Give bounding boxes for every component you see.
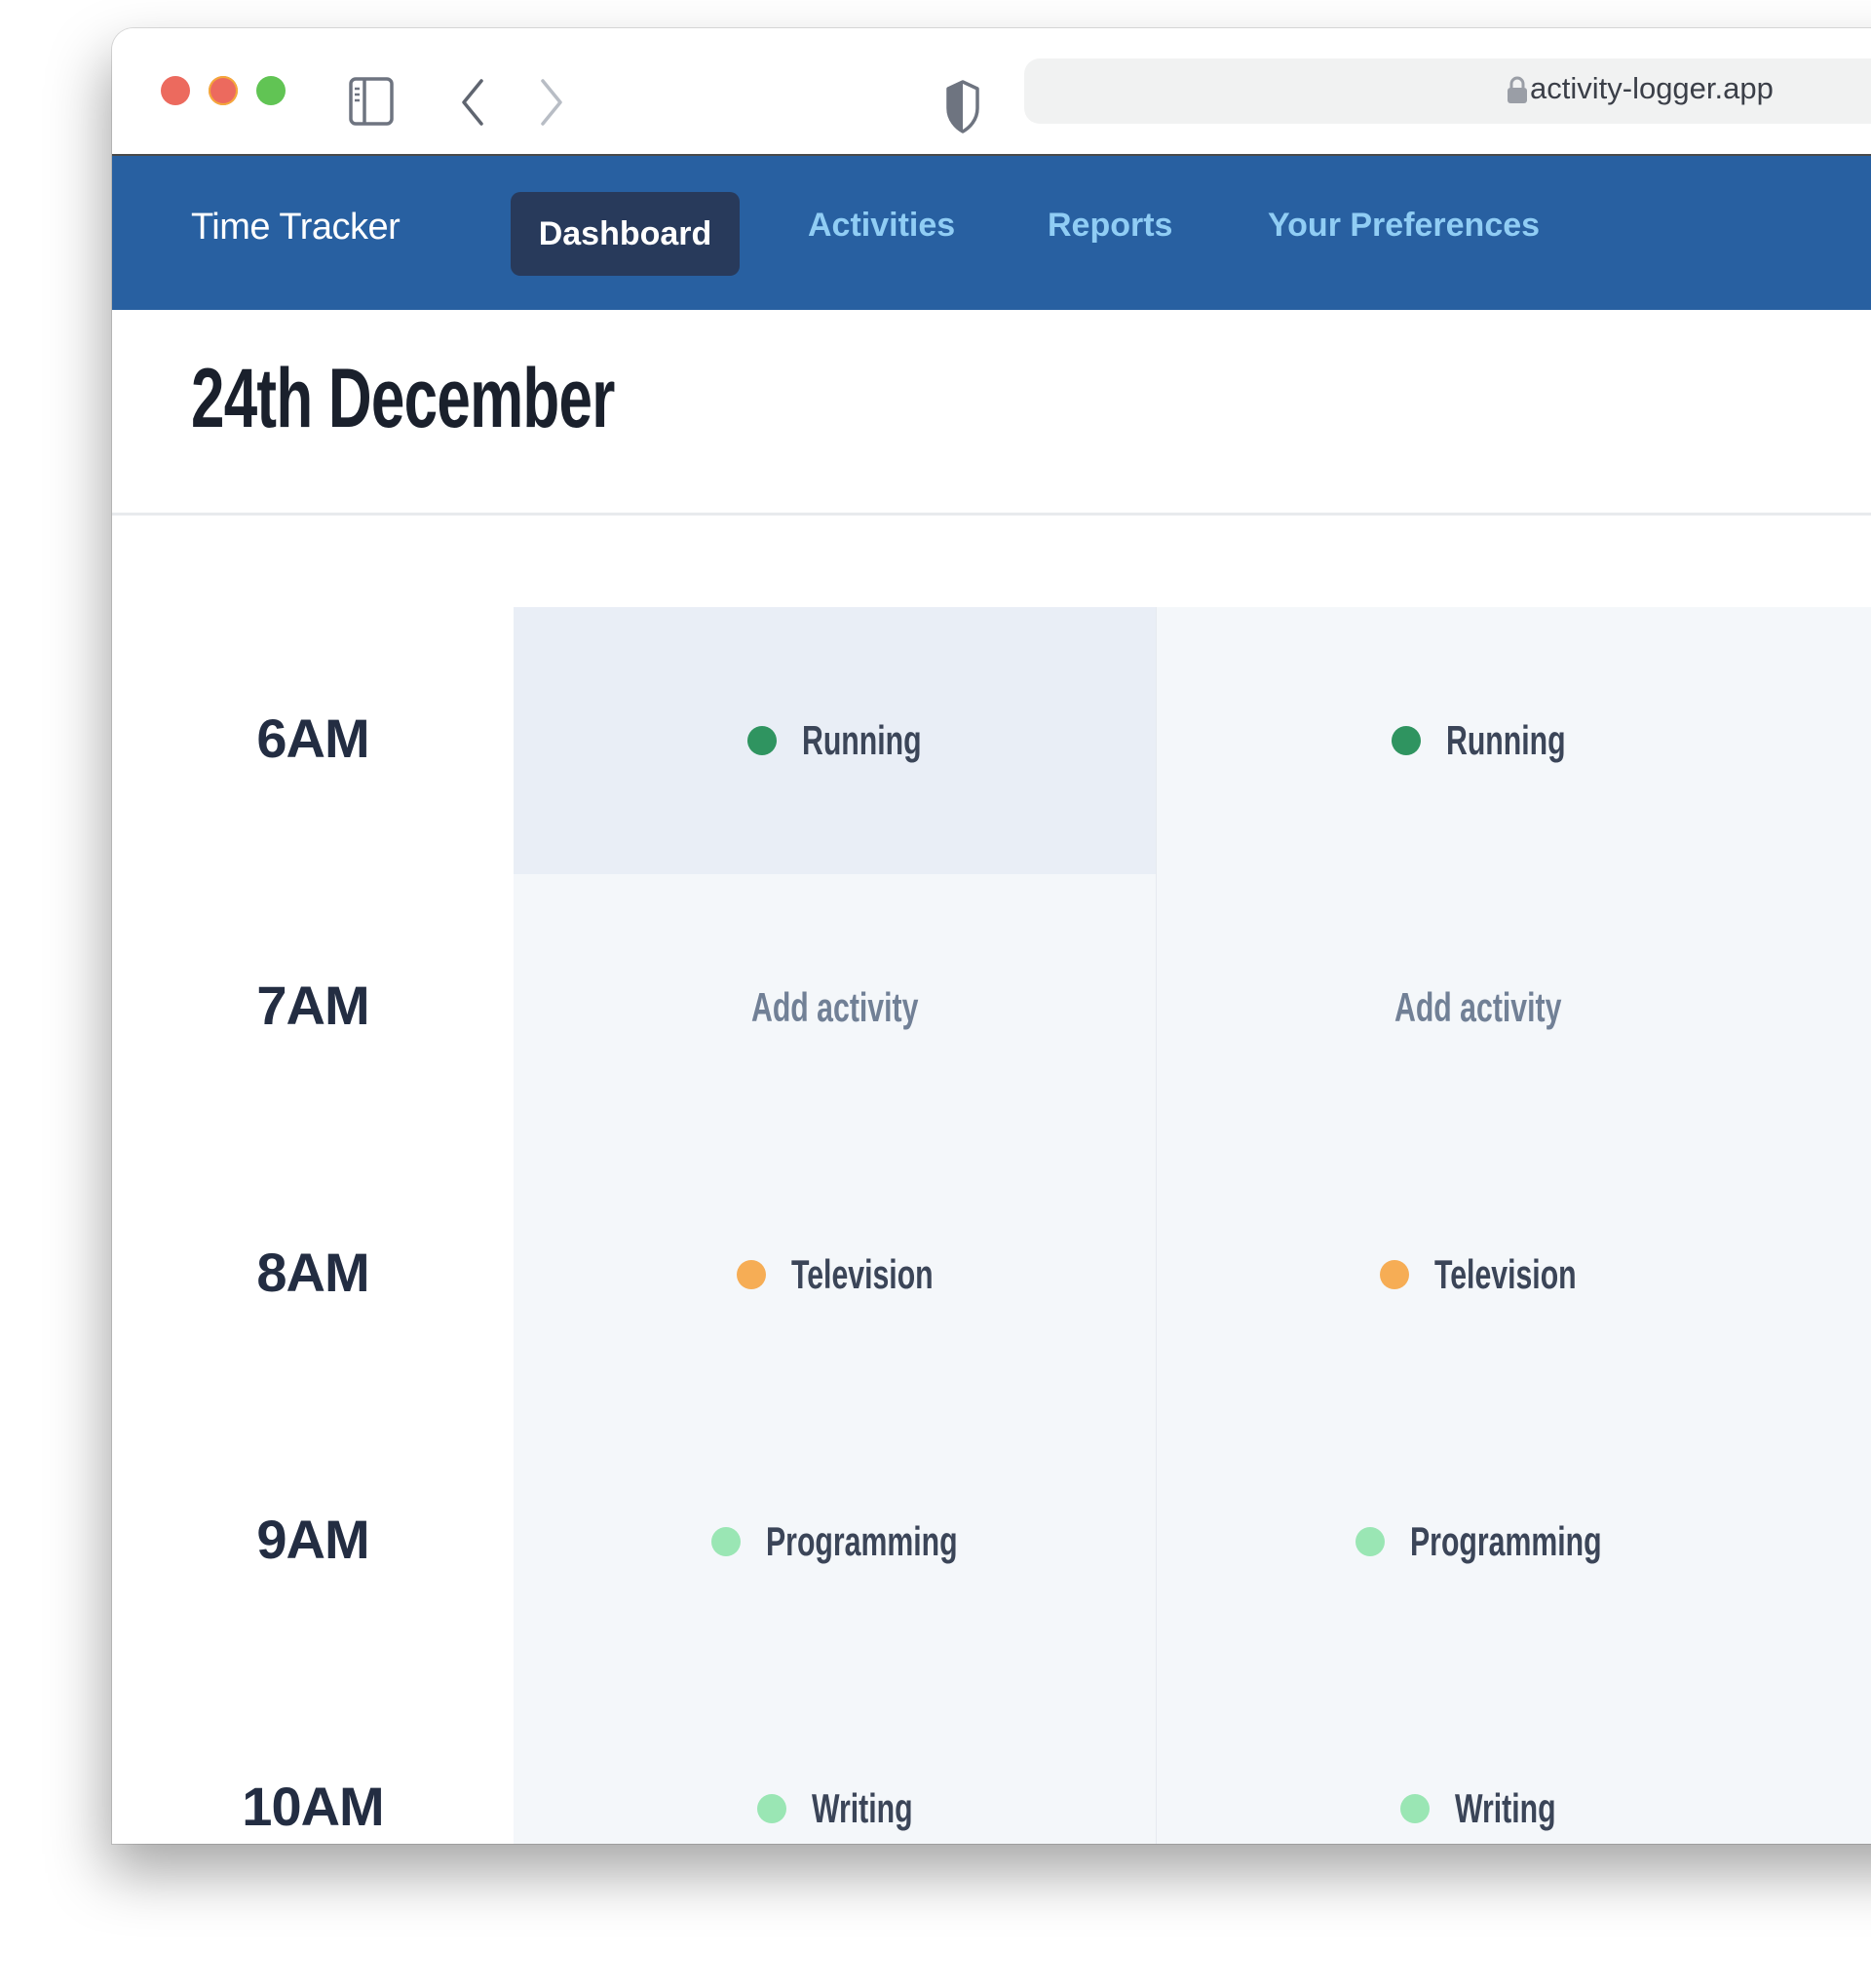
schedule-row: 7AM Add activity Add activity (112, 874, 1871, 1141)
time-label: 6AM (256, 707, 369, 769)
add-activity-label[interactable]: Add activity (1394, 984, 1561, 1031)
nav-activities[interactable]: Activities (808, 207, 955, 245)
url-text: activity-logger.app (1530, 71, 1774, 105)
cell-content: Running (1157, 717, 1800, 764)
nav-reports[interactable]: Reports (1048, 207, 1172, 245)
lock-icon (1508, 76, 1527, 103)
activity-color-dot (711, 1527, 742, 1556)
activity-label: Writing (1455, 1785, 1556, 1831)
time-label: 10AM (242, 1776, 384, 1837)
activity-label: Television (1434, 1251, 1577, 1297)
activity-cell[interactable]: Writing (514, 1675, 1157, 1844)
activity-color-dot (736, 1260, 766, 1289)
time-label: 9AM (256, 1509, 369, 1570)
activity-cell[interactable]: Programming (1157, 1408, 1871, 1675)
cell-content: Add activity (751, 984, 918, 1031)
nav-your-preferences[interactable]: Your Preferences (1268, 207, 1540, 245)
activity-cell[interactable]: Television (1157, 1141, 1871, 1408)
back-icon[interactable] (458, 75, 487, 130)
activity-cell[interactable]: Running (1157, 607, 1871, 874)
cell-content: Television (1157, 1251, 1800, 1298)
close-window-button[interactable] (161, 76, 190, 105)
activity-color-dot (1355, 1527, 1385, 1556)
add-activity-cell[interactable]: Add activity (514, 874, 1157, 1141)
cell-content: Programming (711, 1518, 958, 1565)
minimize-window-button[interactable] (209, 76, 238, 105)
page-title: 24th December (191, 352, 615, 445)
activity-cell[interactable]: Running (514, 607, 1157, 874)
app-navbar: Time Tracker Dashboard Activities Report… (112, 156, 1871, 310)
sidebar-icon[interactable] (349, 76, 394, 127)
schedule-row: 8AM Television Television (112, 1141, 1871, 1408)
cell-content: Add activity (1157, 984, 1800, 1031)
schedule-row: 9AM Programming Programming (112, 1408, 1871, 1675)
activity-color-dot (1391, 726, 1421, 755)
activity-label: Writing (811, 1785, 913, 1831)
time-label: 7AM (256, 975, 369, 1036)
schedule-row: 10AM Writing Writing (112, 1675, 1871, 1844)
shield-icon[interactable] (945, 79, 980, 134)
add-activity-label[interactable]: Add activity (751, 984, 918, 1031)
activity-cell[interactable]: Programming (514, 1408, 1157, 1675)
activity-label: Running (802, 717, 922, 763)
activity-label: Programming (766, 1518, 958, 1564)
cell-content: Running (747, 717, 922, 764)
forward-icon[interactable] (537, 75, 566, 130)
zoom-window-button[interactable] (256, 76, 286, 105)
schedule-grid: 6AM Running Running 7AM Add activity Add acti… (112, 607, 1871, 1844)
activity-cell[interactable]: Writing (1157, 1675, 1871, 1844)
time-label: 8AM (256, 1242, 369, 1303)
cell-content: Writing (1157, 1785, 1800, 1832)
add-activity-cell[interactable]: Add activity (1157, 874, 1871, 1141)
activity-color-dot (1380, 1260, 1410, 1289)
activity-color-dot (747, 726, 778, 755)
activity-color-dot (756, 1794, 786, 1823)
activity-label: Running (1445, 717, 1566, 763)
schedule-row: 6AM Running Running (112, 607, 1871, 874)
address-bar[interactable]: activity-logger.app (1024, 58, 1871, 124)
activity-label: Programming (1409, 1518, 1602, 1564)
browser-toolbar: activity-logger.app (112, 28, 1871, 156)
activity-cell[interactable]: Television (514, 1141, 1157, 1408)
activity-label: Television (790, 1251, 934, 1297)
app-brand[interactable]: Time Tracker (191, 207, 401, 248)
activity-color-dot (1400, 1794, 1431, 1823)
cell-content: Writing (756, 1785, 913, 1832)
cell-content: Programming (1157, 1518, 1800, 1565)
browser-window: activity-logger.app Time Tracker Dashboa… (112, 28, 1871, 1844)
page-header: 24th December (112, 310, 1871, 516)
cell-content: Television (736, 1251, 934, 1298)
nav-dashboard[interactable]: Dashboard (511, 192, 740, 276)
